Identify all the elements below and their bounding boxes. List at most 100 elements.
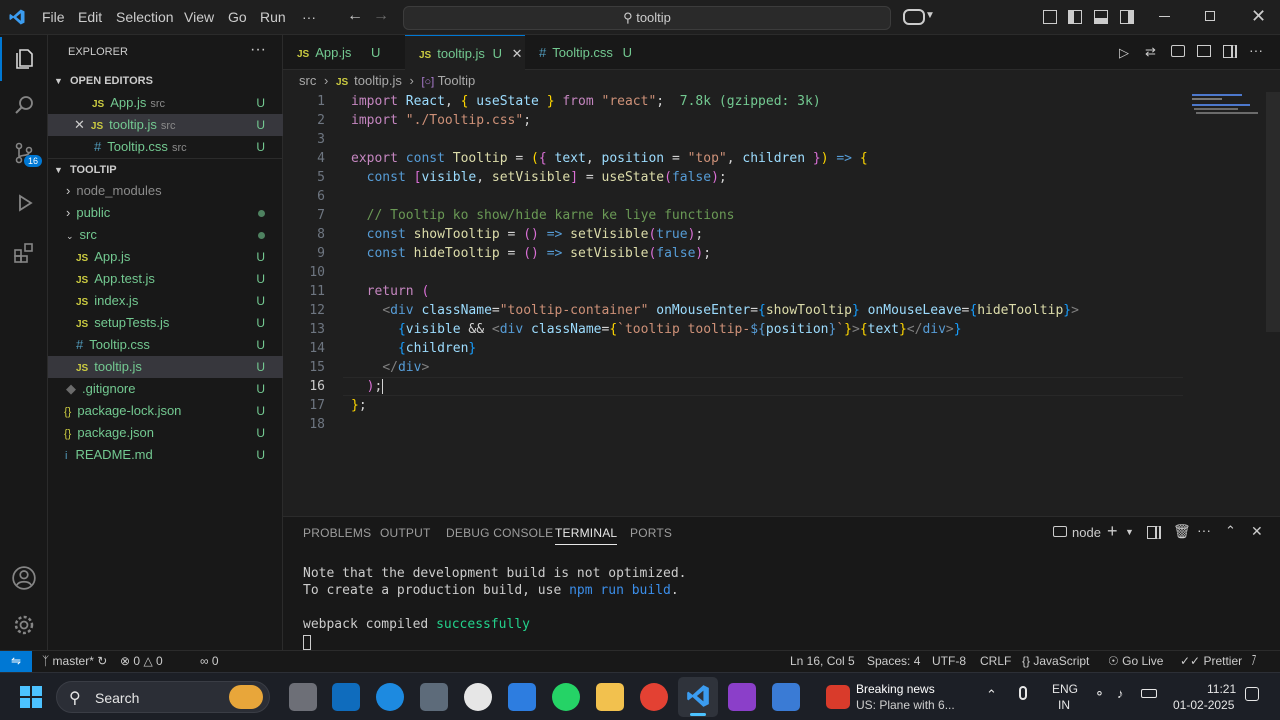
tab-debug-console[interactable]: DEBUG CONSOLE [446,526,553,540]
edge-icon[interactable] [376,683,404,711]
notification-icon[interactable] [1245,687,1259,701]
copilot-icon[interactable] [903,9,925,25]
tree-file[interactable]: JS index.js U [48,290,283,312]
open-editor-item[interactable]: # Tooltip.css src U [48,136,283,158]
open-editor-item[interactable]: JS App.js src U [48,92,283,114]
file-explorer-icon[interactable] [596,683,624,711]
clock-time[interactable]: 11:21 [1207,682,1236,696]
store-icon[interactable] [508,683,536,711]
new-terminal-icon[interactable]: + [1107,521,1118,542]
whatsapp-icon[interactable] [552,683,580,711]
trash-icon[interactable]: 🗑 [1173,523,1191,540]
find-in-file-icon[interactable] [1197,45,1211,57]
breadcrumb-symbol[interactable]: Tooltip [438,73,476,88]
wifi-icon[interactable]: ⚬ [1094,686,1105,702]
close-tab-icon[interactable]: ✕ [512,46,523,61]
command-center-search[interactable]: ⚲ tooltip [403,6,891,30]
tree-file[interactable]: i README.md U [48,444,283,466]
copilot-dropdown-icon[interactable]: ▼ [925,10,935,21]
taskbar-search-box[interactable]: ⚲ Search [56,681,270,713]
customize-layout-icon[interactable] [1043,10,1057,24]
forward-arrow-icon[interactable]: → [373,7,389,25]
print-icon[interactable] [1171,45,1185,57]
tree-file[interactable]: JS tooltip.js U [48,356,283,378]
vscode-taskbar-icon[interactable] [678,677,718,717]
tree-file[interactable]: JS App.test.js U [48,268,283,290]
close-editor-icon[interactable]: ✕ [74,117,85,132]
menu-edit[interactable]: Edit [78,9,102,25]
toggle-panel-icon[interactable] [1094,10,1108,24]
restore-icon[interactable] [1205,11,1215,21]
language-mode[interactable]: {} JavaScript [1022,654,1089,668]
close-panel-icon[interactable]: ✕ [1251,523,1263,540]
task-view-icon[interactable] [289,683,317,711]
news-subtitle[interactable]: US: Plane with 6... [856,698,955,712]
tree-file[interactable]: {} package.json U [48,422,283,444]
menu-run[interactable]: Run [260,9,286,25]
tab-problems[interactable]: PROBLEMS [303,526,371,540]
tree-file[interactable]: {} package-lock.json U [48,400,283,422]
tab-ports[interactable]: PORTS [630,526,672,540]
indentation[interactable]: Spaces: 4 [867,654,920,668]
tab-tooltip-js[interactable]: JS tooltip.js U ✕ [405,35,525,70]
settings-app-icon[interactable] [420,683,448,711]
notifications-bell-icon[interactable]: ⧶ [1252,654,1256,669]
settings-gear-icon[interactable] [0,603,48,647]
open-editor-item[interactable]: ✕ JS tooltip.js src U [48,114,283,136]
editor-scrollbar[interactable] [1266,92,1280,332]
back-arrow-icon[interactable]: ← [347,7,363,25]
terminal-dropdown-icon[interactable]: ▼ [1125,527,1134,537]
mail-icon[interactable] [772,683,800,711]
prettier-button[interactable]: ✓✓ Prettier [1180,654,1242,668]
split-editor-icon[interactable] [1223,45,1237,58]
project-header[interactable]: ▼ TOOLTIP [48,158,283,180]
clock-app-icon[interactable] [464,683,492,711]
search-activity-icon[interactable] [0,83,48,127]
toggle-sidebar-icon[interactable] [1068,10,1082,24]
code-editor[interactable]: 1 2 3 4 5 6 7 8 9 10 11 12 13 14 15 16 1… [283,92,1280,514]
tray-chevron-icon[interactable]: ⌃ [986,687,997,703]
clipchamp-icon[interactable] [728,683,756,711]
source-control-icon[interactable]: 16 [0,131,48,175]
region-indicator[interactable]: IN [1058,698,1070,712]
minimize-icon[interactable] [1159,16,1170,17]
panel-more-icon[interactable]: ··· [1197,522,1211,538]
tree-file[interactable]: JS setupTests.js U [48,312,283,334]
tree-file[interactable]: JS App.js U [48,246,283,268]
explorer-more-icon[interactable]: ··· [250,41,266,59]
outlook-icon[interactable] [332,683,360,711]
volume-icon[interactable]: ♪ [1117,686,1124,701]
clock-date[interactable]: 01-02-2025 [1173,698,1234,712]
breadcrumb-file[interactable]: tooltip.js [354,73,402,88]
tree-file[interactable]: # Tooltip.css U [48,334,283,356]
tab-app-js[interactable]: JS App.js U [283,35,405,70]
microphone-icon[interactable] [1019,686,1027,700]
compare-changes-icon[interactable]: ⇄ [1145,44,1156,60]
news-title[interactable]: Breaking news [856,682,935,696]
toggle-secondary-sidebar-icon[interactable] [1120,10,1134,24]
tab-terminal[interactable]: TERMINAL [555,526,618,545]
menu-view[interactable]: View [184,9,214,25]
chrome-icon[interactable] [640,683,668,711]
remote-indicator[interactable]: ⇋ [0,651,32,672]
tree-folder[interactable]: ⌄ src [48,224,283,246]
minimap[interactable] [1188,92,1268,122]
problems-indicator[interactable]: ⊗ 0 △ 0 [120,654,163,668]
cursor-position[interactable]: Ln 16, Col 5 [790,654,855,668]
news-icon[interactable] [826,685,850,709]
encoding[interactable]: UTF-8 [932,654,966,668]
branch-indicator[interactable]: ᛉ master* ↻ [42,654,107,668]
close-window-icon[interactable]: ✕ [1251,6,1266,27]
ports-indicator[interactable]: ∞ 0 [200,654,219,668]
editor-more-icon[interactable]: ··· [1249,42,1263,58]
tab-output[interactable]: OUTPUT [380,526,431,540]
battery-icon[interactable] [1141,689,1157,698]
split-terminal-icon[interactable] [1147,526,1161,539]
go-live-button[interactable]: ☉ Go Live [1108,654,1163,668]
accounts-icon[interactable] [0,556,48,600]
extensions-icon[interactable] [0,231,48,275]
tree-folder[interactable]: › public [48,202,283,224]
line-endings[interactable]: CRLF [980,654,1011,668]
tab-tooltip-css[interactable]: # Tooltip.css U [525,35,645,70]
run-file-icon[interactable]: ▷ [1119,45,1129,61]
